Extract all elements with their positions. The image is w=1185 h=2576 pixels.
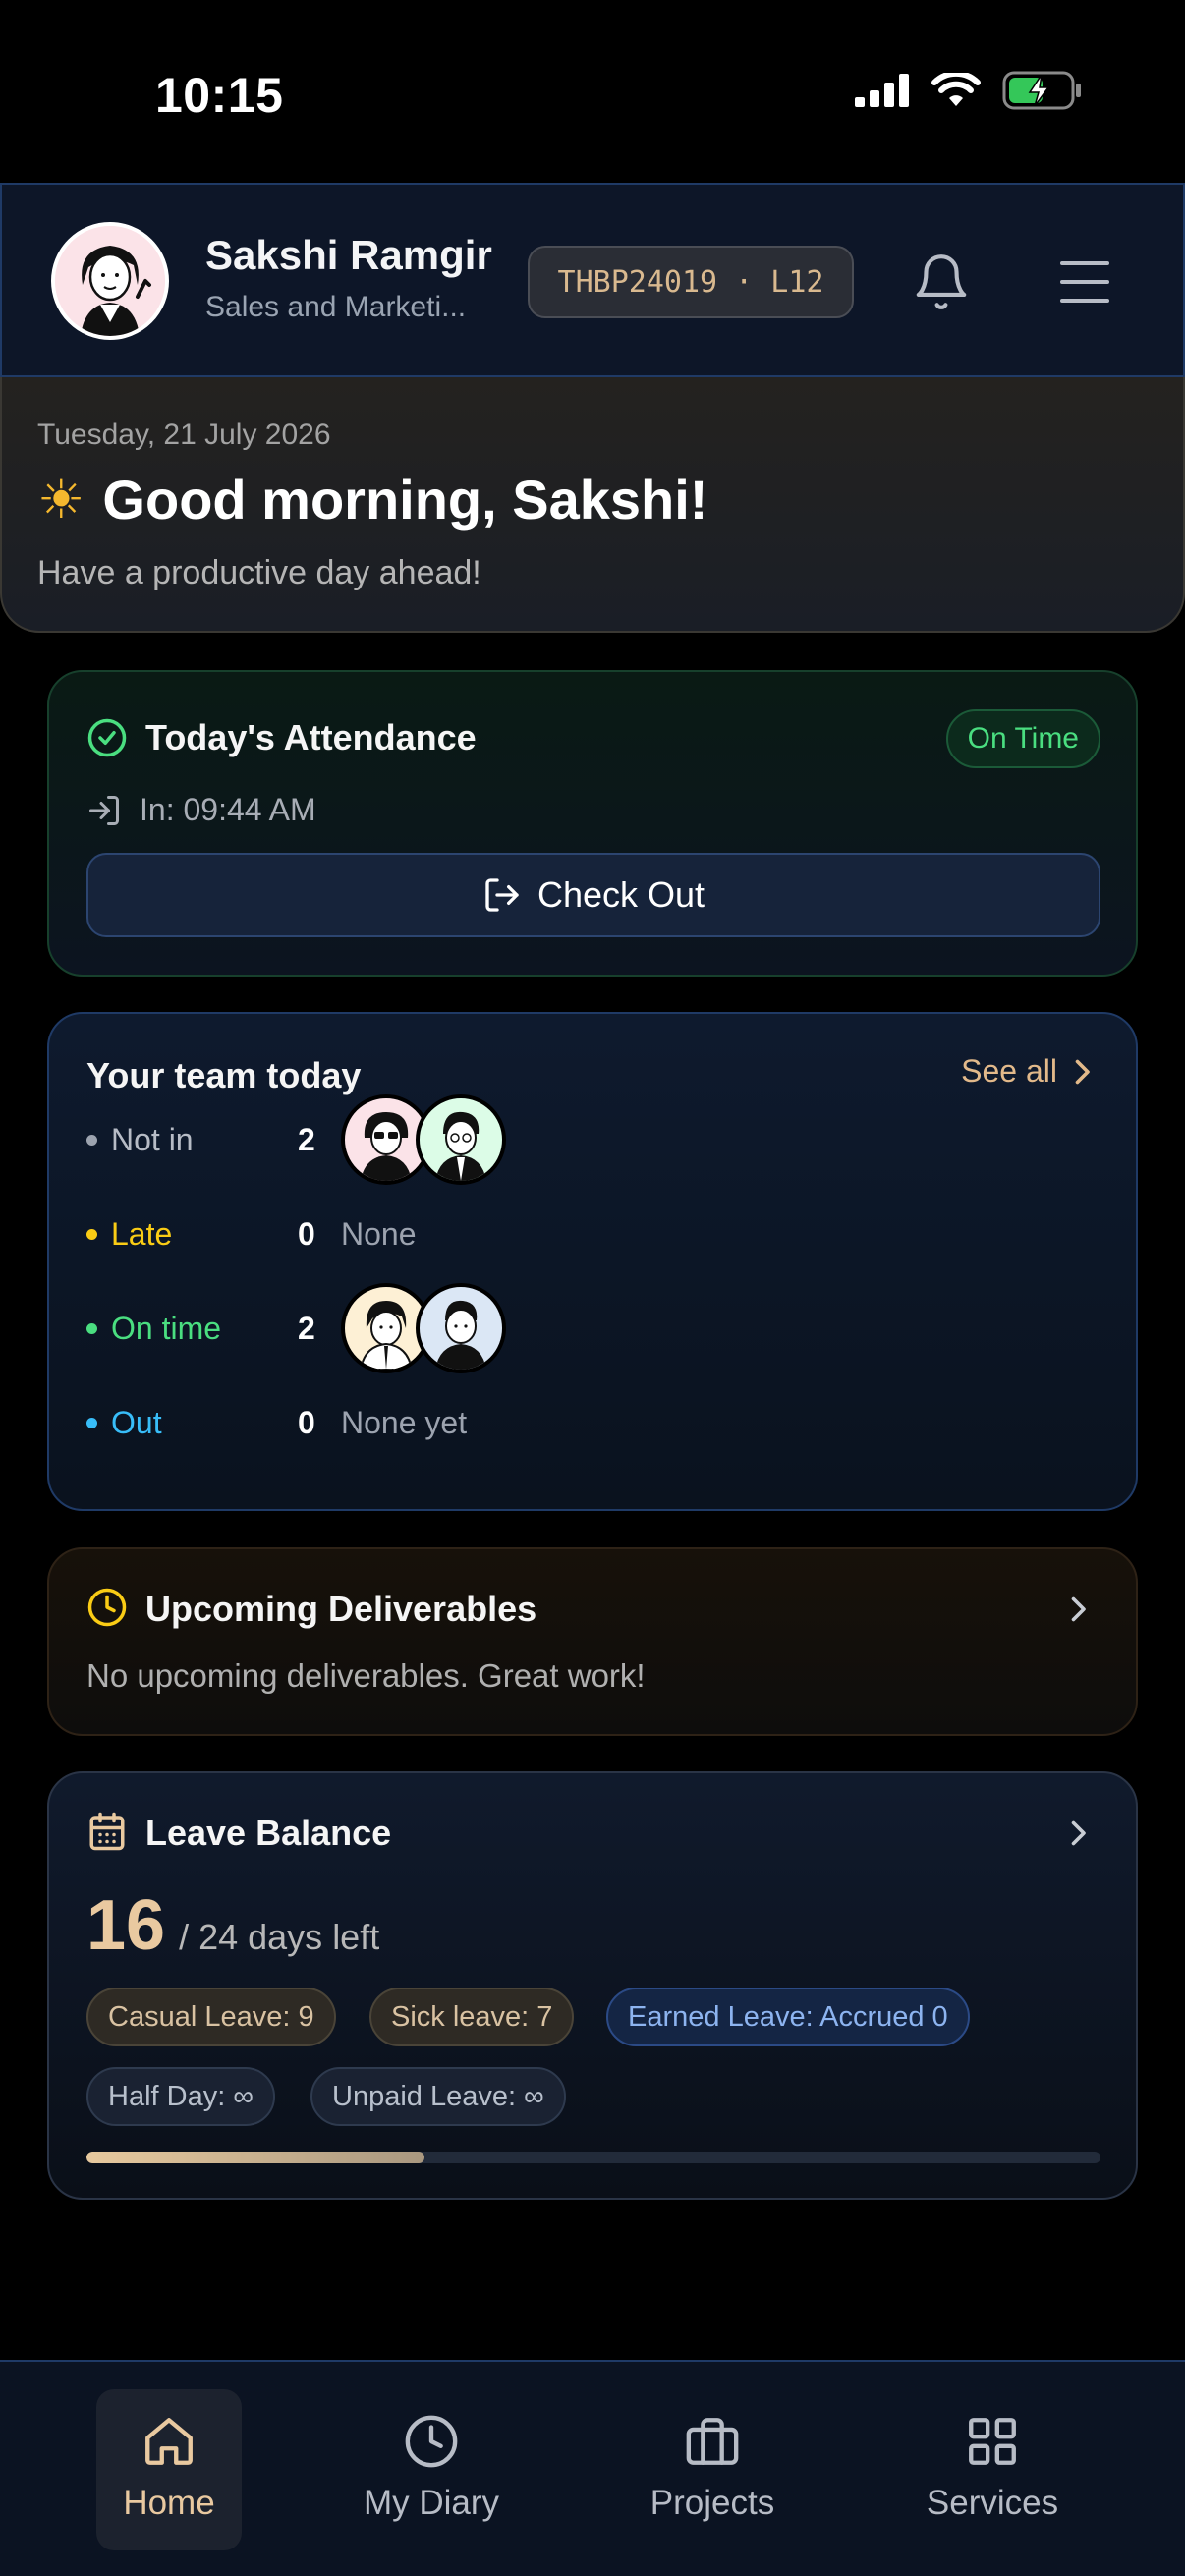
nav-home-label: Home: [123, 2484, 215, 2522]
attendance-card: Today's Attendance On Time In: 09:44 AM …: [47, 670, 1138, 977]
check-in-text: In: 09:44 AM: [140, 792, 316, 827]
leave-balance-card[interactable]: Leave Balance 16 / 24 days left Casual L…: [47, 1771, 1138, 2200]
leave-remaining: 16 / 24 days left: [86, 1885, 379, 1966]
team-row-empty: None yet: [341, 1404, 468, 1440]
status-icons: [855, 71, 1083, 110]
grid-icon: [969, 2418, 1016, 2465]
greeting-text: Good morning, Sakshi!: [102, 469, 708, 531]
team-row-on-time[interactable]: On time 2: [86, 1283, 506, 1373]
avatar-stack: [341, 1283, 506, 1373]
avatar: [416, 1094, 506, 1185]
user-department: Sales and Marketi...: [205, 291, 467, 323]
leave-chip-half-day: Half Day: ∞: [86, 2067, 275, 2126]
greeting-date: Tuesday, 21 July 2026: [37, 419, 331, 451]
status-time: 10:15: [155, 68, 284, 123]
leave-progress-bar: [86, 2152, 1100, 2163]
team-row-count: 0: [298, 1404, 315, 1440]
nav-services-label: Services: [926, 2484, 1059, 2522]
clock-icon: [87, 1588, 127, 1627]
nav-services[interactable]: Services: [920, 2389, 1065, 2550]
app-header: Sakshi Ramgir Sales and Marketi... THBP2…: [0, 183, 1185, 377]
chevron-right-icon: [1071, 1820, 1086, 1846]
user-name: Sakshi Ramgir: [205, 232, 492, 278]
nav-my-diary[interactable]: My Diary: [359, 2389, 504, 2550]
sun-icon: ☀: [37, 471, 85, 530]
clock-icon: [405, 2415, 458, 2468]
status-badge: On Time: [945, 709, 1100, 768]
log-out-icon: [485, 878, 519, 912]
battery-charging-icon: [1002, 71, 1081, 110]
team-row-label: Not in: [111, 1121, 194, 1157]
greeting-subtitle: Have a productive day ahead!: [37, 554, 481, 591]
status-dot: [86, 1417, 97, 1428]
team-row-count: 2: [298, 1310, 315, 1346]
team-row-late[interactable]: Late 0 None: [86, 1204, 417, 1263]
nav-my-diary-label: My Diary: [363, 2484, 500, 2522]
cellular-signal-icon: [855, 74, 909, 107]
leave-progress-fill: [86, 2152, 424, 2163]
avatar: [416, 1283, 506, 1373]
team-row-count: 0: [298, 1215, 315, 1252]
nav-projects-label: Projects: [649, 2484, 775, 2522]
check-out-label: Check Out: [536, 874, 705, 915]
deliverables-empty-text: No upcoming deliverables. Great work!: [86, 1657, 646, 1694]
check-circle-icon: [87, 718, 127, 757]
leave-chip-sick: Sick leave: 7: [369, 1988, 575, 2046]
team-row-label: Out: [111, 1404, 162, 1440]
team-row-count: 2: [298, 1121, 315, 1157]
log-in-icon: [89, 795, 119, 825]
status-dot: [86, 1134, 97, 1146]
employee-id-chip: THBP24019 · L12: [528, 246, 854, 318]
check-in-time: In: 09:44 AM: [86, 792, 316, 828]
see-all-label: See all: [961, 1053, 1057, 1089]
leave-chip-unpaid: Unpaid Leave: ∞: [310, 2067, 566, 2126]
leave-title: Leave Balance: [145, 1813, 392, 1853]
wifi-icon: [931, 73, 981, 106]
greeting-panel: Tuesday, 21 July 2026 ☀ Good morning, Sa…: [0, 377, 1185, 633]
see-all-link[interactable]: See all: [961, 1053, 1093, 1090]
nav-home[interactable]: Home: [96, 2389, 242, 2550]
calendar-icon: [89, 1812, 125, 1851]
avatar[interactable]: [51, 222, 169, 340]
leave-total-label: / 24 days left: [179, 1917, 380, 1957]
team-row-out[interactable]: Out 0 None yet: [86, 1393, 467, 1452]
chevron-right-icon: [1071, 1596, 1086, 1622]
bottom-navigation: Home My Diary Projects Services: [0, 2360, 1185, 2576]
status-dot: [86, 1322, 97, 1334]
deliverables-card[interactable]: Upcoming Deliverables No upcoming delive…: [47, 1547, 1138, 1736]
deliverables-title: Upcoming Deliverables: [145, 1589, 537, 1629]
home-icon: [145, 2418, 193, 2465]
chevron-right-icon: [1075, 1059, 1090, 1084]
leave-chip-earned: Earned Leave: Accrued 0: [606, 1988, 970, 2046]
leave-remaining-number: 16: [86, 1886, 166, 1965]
team-row-label: On time: [111, 1310, 222, 1346]
status-bar: 10:15: [0, 0, 1185, 183]
check-out-button[interactable]: Check Out: [86, 853, 1100, 937]
user-avatar-illustration: [55, 226, 165, 336]
greeting-title: ☀ Good morning, Sakshi!: [37, 468, 707, 532]
team-row-empty: None: [341, 1215, 417, 1252]
team-row-not-in[interactable]: Not in 2: [86, 1094, 506, 1185]
nav-projects[interactable]: Projects: [640, 2389, 785, 2550]
team-title: Your team today: [86, 1055, 362, 1095]
hamburger-menu-icon[interactable]: [1058, 259, 1111, 305]
team-card: Your team today See all Not in 2 Late 0 …: [47, 1012, 1138, 1511]
bell-icon[interactable]: [911, 252, 972, 312]
attendance-title: Today's Attendance: [145, 717, 477, 757]
status-dot: [86, 1228, 97, 1240]
team-row-label: Late: [111, 1215, 173, 1252]
avatar-stack: [341, 1094, 506, 1185]
briefcase-icon: [686, 2418, 739, 2465]
leave-chip-casual: Casual Leave: 9: [86, 1988, 336, 2046]
